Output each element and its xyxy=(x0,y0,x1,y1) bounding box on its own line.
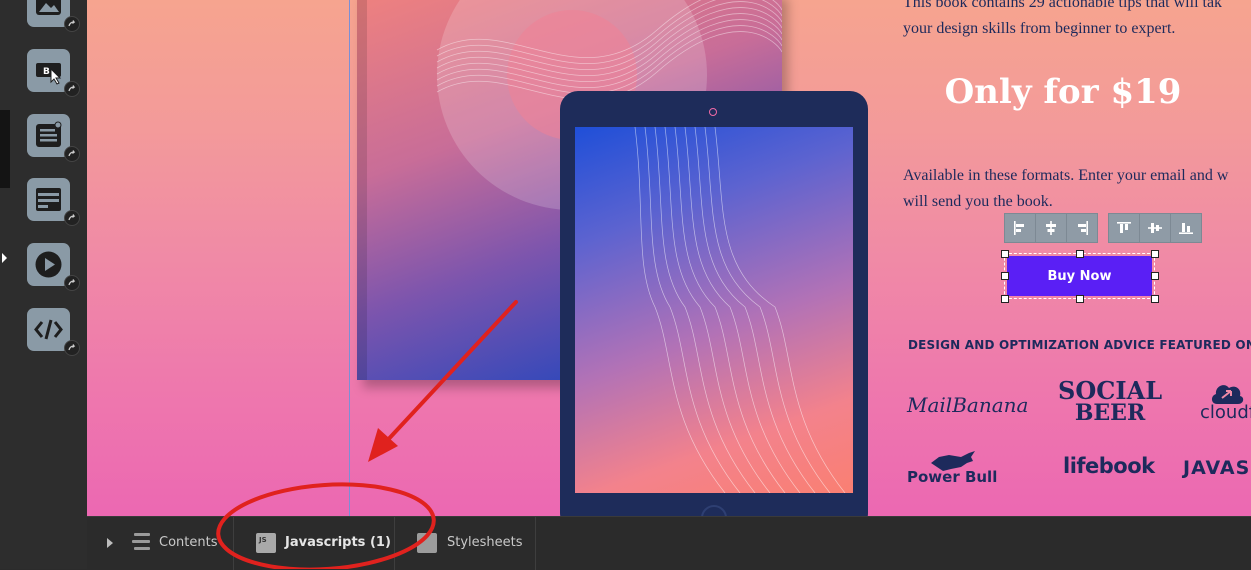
tab-contents[interactable]: Contents xyxy=(87,517,233,570)
intro-line: your design skills from beginner to expe… xyxy=(903,20,1176,37)
align-bottom-icon xyxy=(1179,223,1193,234)
form-icon xyxy=(36,188,61,211)
book-spine xyxy=(357,0,367,380)
image-widget-tool[interactable] xyxy=(27,0,80,32)
align-bottom-button[interactable] xyxy=(1170,213,1202,243)
resize-handle[interactable] xyxy=(1076,250,1084,258)
widget-sidebar: B xyxy=(0,0,87,569)
buy-now-button[interactable]: Buy Now xyxy=(1007,256,1152,296)
button-cursor-icon: B xyxy=(36,63,62,85)
drag-badge-icon xyxy=(64,81,80,97)
code-widget-tool[interactable] xyxy=(27,308,80,356)
text-block-icon xyxy=(36,121,62,147)
button-widget-tool[interactable]: B xyxy=(27,49,80,97)
formats-line: Available in these formats. Enter your e… xyxy=(903,167,1229,184)
video-widget-tool[interactable] xyxy=(27,243,80,291)
social-beer-logo: SOCIAL BEER xyxy=(1058,379,1162,426)
text-widget-tool[interactable] xyxy=(27,114,80,162)
tablet-home-button xyxy=(701,505,727,516)
align-top-icon xyxy=(1117,222,1131,233)
power-bull-logo: Power Bull xyxy=(907,468,998,486)
drag-badge-icon xyxy=(64,340,80,356)
cloudflare-logo: cloudf xyxy=(1200,402,1251,423)
align-left-icon xyxy=(1014,221,1024,235)
resize-handle[interactable] xyxy=(1001,272,1009,280)
tab-stylesheets-label: Stylesheets xyxy=(447,535,523,550)
align-right-icon xyxy=(1078,221,1088,235)
align-middle-icon xyxy=(1148,223,1162,233)
formats-line: will send you the book. xyxy=(903,193,1053,210)
align-right-button[interactable] xyxy=(1066,213,1098,243)
price-heading[interactable]: Only for $19 xyxy=(927,72,1199,112)
mailbanana-logo: MailBanana xyxy=(907,393,1029,417)
page-canvas[interactable]: This book contains 29 actionable tips th… xyxy=(87,0,1251,516)
stylesheet-file-icon xyxy=(417,533,437,553)
resize-handle[interactable] xyxy=(1151,295,1159,303)
tablet-camera xyxy=(709,108,717,116)
align-top-button[interactable] xyxy=(1108,213,1140,243)
alignment-guide xyxy=(349,0,350,516)
javascript-file-icon-text: JS xyxy=(259,536,267,544)
svg-text:B: B xyxy=(43,67,50,77)
contents-list-icon xyxy=(132,533,150,550)
buy-button-selection[interactable]: Buy Now xyxy=(1001,250,1159,303)
drag-badge-icon xyxy=(64,275,80,291)
tab-javascripts[interactable]: JS Javascripts (1) xyxy=(234,517,394,570)
featured-heading[interactable]: DESIGN AND OPTIMIZATION ADVICE FEATURED … xyxy=(908,338,1251,352)
tab-divider xyxy=(535,517,536,570)
resize-handle[interactable] xyxy=(1151,250,1159,258)
image-icon xyxy=(36,0,61,15)
align-center-icon xyxy=(1046,221,1056,235)
tab-javascripts-label: Javascripts (1) xyxy=(285,535,391,550)
social-beer-logo-bottom: BEER xyxy=(1074,400,1146,426)
align-left-button[interactable] xyxy=(1004,213,1036,243)
javascript-logo: JAVAS xyxy=(1183,457,1251,479)
bottom-panel-bar: Contents JS Javascripts (1) Stylesheets xyxy=(87,516,1251,570)
sidebar-collapse-handle[interactable] xyxy=(0,110,10,263)
tab-stylesheets[interactable]: Stylesheets xyxy=(395,517,535,570)
form-widget-tool[interactable] xyxy=(27,178,80,226)
tablet-screen xyxy=(575,127,853,493)
play-triangle-icon[interactable] xyxy=(106,537,114,549)
drag-badge-icon xyxy=(64,146,80,162)
intro-line: This book contains 29 actionable tips th… xyxy=(903,0,1223,11)
drag-badge-icon xyxy=(64,16,80,32)
drag-badge-icon xyxy=(64,210,80,226)
formats-text[interactable]: Available in these formats. Enter your e… xyxy=(903,163,1251,215)
lifebook-logo: lifebook xyxy=(1063,454,1155,478)
face-wave-art xyxy=(634,127,846,493)
javascript-file-icon: JS xyxy=(256,533,276,553)
align-middle-button[interactable] xyxy=(1139,213,1171,243)
play-icon xyxy=(35,251,62,278)
intro-text[interactable]: This book contains 29 actionable tips th… xyxy=(903,0,1251,42)
code-icon xyxy=(34,319,63,340)
resize-handle[interactable] xyxy=(1151,272,1159,280)
resize-handle[interactable] xyxy=(1001,250,1009,258)
tab-contents-label: Contents xyxy=(159,535,218,550)
tablet-mockup-image[interactable] xyxy=(560,91,868,516)
expand-arrow-icon xyxy=(2,253,7,263)
resize-handle[interactable] xyxy=(1001,295,1009,303)
align-center-button[interactable] xyxy=(1035,213,1067,243)
resize-handle[interactable] xyxy=(1076,295,1084,303)
